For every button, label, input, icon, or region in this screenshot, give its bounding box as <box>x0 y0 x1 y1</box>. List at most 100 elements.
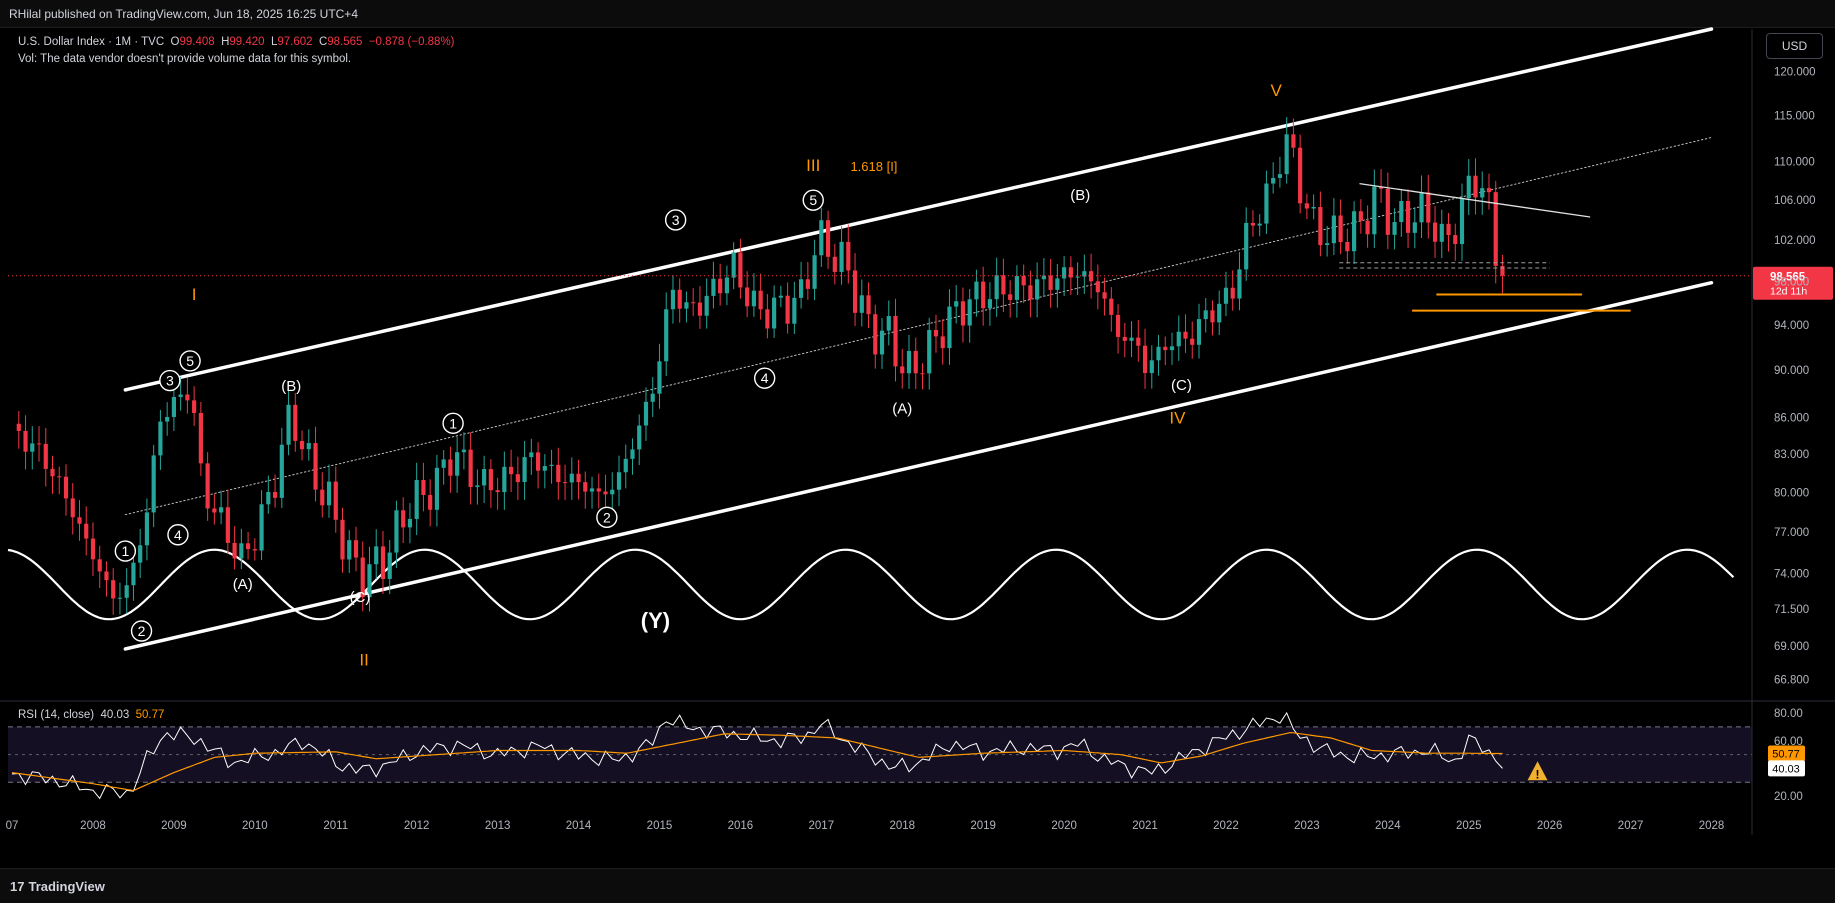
candle-body <box>751 290 756 307</box>
candle-body <box>1075 276 1080 278</box>
candle-body <box>913 350 918 374</box>
candle-body <box>434 467 440 510</box>
candle-body <box>502 466 507 493</box>
wave-label: 5 <box>186 353 194 369</box>
candle-body <box>1163 346 1168 351</box>
tradingview-logo[interactable]: 17 TradingView <box>10 879 105 894</box>
candle-body <box>299 440 305 450</box>
legend-close: 98.565 <box>327 36 363 48</box>
candle-body <box>1412 222 1417 233</box>
time-tick-label: 2027 <box>1618 820 1644 832</box>
warning-icon-mark: ! <box>1536 767 1540 781</box>
candle-body <box>266 491 271 505</box>
wave-label: 2 <box>138 623 146 639</box>
candle-body <box>1156 346 1161 361</box>
price-tick-label: 120.000 <box>1774 66 1816 78</box>
candle-body <box>1466 175 1471 199</box>
candle-body <box>30 443 35 452</box>
time-tick-label: 2016 <box>728 820 754 832</box>
candle-body <box>1028 285 1033 300</box>
candle-body <box>185 394 190 401</box>
candle-body <box>448 459 453 476</box>
candle-body <box>967 299 972 326</box>
candle-body <box>1176 331 1181 347</box>
candle-body <box>1149 360 1154 374</box>
candle-body <box>630 449 635 459</box>
candle-body <box>812 255 817 289</box>
candle-body <box>664 309 669 362</box>
candle-body <box>205 463 210 509</box>
candle-body <box>1203 310 1208 320</box>
candle-body <box>1129 337 1134 341</box>
rsi-badge-label: 40.03 <box>1772 763 1800 775</box>
time-tick-label: 07 <box>6 820 19 832</box>
time-tick-label: 2013 <box>485 820 511 832</box>
candle-body <box>603 491 608 495</box>
candle-body <box>212 508 217 513</box>
wave-label-orange: V <box>1270 81 1282 100</box>
time-tick-label: 2021 <box>1132 820 1158 832</box>
candle-body <box>1277 174 1283 178</box>
candle-body <box>1115 314 1121 337</box>
candle-body <box>313 443 318 490</box>
candle-body <box>684 302 689 309</box>
candle-body <box>637 425 642 450</box>
price-tick-label: 94.000 <box>1774 320 1809 332</box>
rsi-value: 40.03 <box>100 709 130 721</box>
currency-button[interactable]: USD <box>1766 33 1823 59</box>
candle-body <box>320 489 325 506</box>
candle-body <box>852 270 858 313</box>
rsi-tick-label: 80.00 <box>1774 708 1803 720</box>
candle-body <box>1338 215 1343 243</box>
time-tick-label: 2020 <box>1051 820 1077 832</box>
time-tick-label: 2028 <box>1699 820 1725 832</box>
candle-body <box>1446 223 1451 236</box>
candle-body <box>70 498 75 518</box>
candle-body <box>933 330 939 337</box>
candle-body <box>879 330 885 355</box>
legend-symbol: U.S. Dollar Index · 1M · TVC <box>18 36 165 48</box>
wave-label-orange: IV <box>1169 408 1186 427</box>
time-tick-label: 2015 <box>647 820 673 832</box>
candle-body <box>535 452 541 471</box>
candle-body <box>859 295 864 313</box>
price-tick-label: 77.000 <box>1774 527 1809 539</box>
candle-body <box>650 393 655 402</box>
candle-body <box>293 404 298 441</box>
candle-body <box>1257 223 1262 226</box>
candle-body <box>1035 279 1040 300</box>
price-chart[interactable]: 98.56512d 11h IIIIII 1.618 [I]IVV12345(A)… <box>0 0 1835 902</box>
wave-label-orange: II <box>359 651 368 670</box>
candle-body <box>252 549 257 551</box>
candle-body <box>1500 265 1505 276</box>
rsi-tick-label: 60.00 <box>1774 736 1803 748</box>
price-tick-label: 90.000 <box>1774 365 1809 377</box>
candle-body <box>144 512 150 546</box>
candle-body <box>84 523 89 539</box>
candle-body <box>569 473 574 483</box>
candle-body <box>90 538 96 560</box>
candle-body <box>596 488 601 492</box>
candle-body <box>987 299 993 309</box>
candle-body <box>232 542 237 559</box>
candle-body <box>1291 134 1296 148</box>
rsi-legend: RSI (14, close) 40.03 50.77 <box>18 709 164 721</box>
candle-body <box>974 281 979 300</box>
time-tick-label: 2017 <box>809 820 835 832</box>
candle-body <box>387 552 392 579</box>
candle-body <box>171 397 176 417</box>
candle-body <box>495 490 500 493</box>
candle-body <box>866 295 871 315</box>
wave-label: (B) <box>281 378 301 395</box>
candle-body <box>1041 275 1046 280</box>
legend-low: 97.602 <box>277 36 313 48</box>
candle-body <box>1122 336 1127 341</box>
wave-label: 2 <box>603 509 611 525</box>
candle-body <box>825 220 831 257</box>
time-tick-label: 2010 <box>242 820 268 832</box>
candle-body <box>124 585 129 598</box>
candle-body <box>873 314 878 355</box>
candle-body <box>1432 222 1438 242</box>
candle-body <box>482 469 487 486</box>
candle-body <box>745 287 750 307</box>
